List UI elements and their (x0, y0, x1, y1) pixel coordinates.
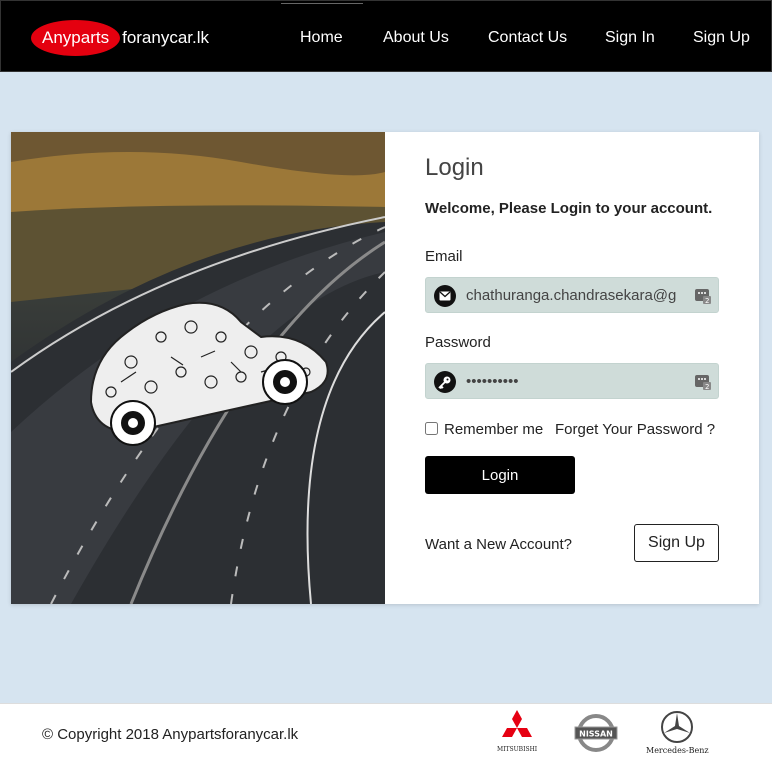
svg-text:2: 2 (705, 297, 709, 304)
mitsubishi-logo: MITSUBISHI (497, 710, 537, 753)
signup-button[interactable]: Sign Up (634, 524, 719, 562)
nissan-label: NISSAN (579, 730, 613, 739)
forgot-password-link[interactable]: Forget Your Password ? (555, 421, 715, 438)
login-form: Login Welcome, Please Login to your acco… (385, 132, 759, 604)
login-card: Login Welcome, Please Login to your acco… (11, 132, 759, 604)
mitsubishi-diamonds-icon (502, 710, 533, 737)
nav-sign-up[interactable]: Sign Up (693, 29, 750, 47)
mercedes-logo: Mercedes-Benz (646, 710, 709, 755)
nav-home[interactable]: Home (300, 29, 343, 47)
password-label: Password (425, 334, 491, 351)
password-field: 2 (425, 363, 719, 399)
mercedes-star-icon (661, 711, 694, 743)
nav-links: Home About Us Contact Us Sign In Sign Up (1, 29, 772, 51)
svg-text:2: 2 (705, 383, 709, 390)
nissan-emblem-icon: NISSAN (574, 714, 618, 752)
key-icon (434, 371, 456, 393)
remember-me[interactable]: Remember me (425, 421, 543, 438)
login-subtitle: Welcome, Please Login to your account. (425, 200, 713, 217)
nav-sign-in[interactable]: Sign In (605, 29, 655, 47)
highway-car-illustration (11, 132, 385, 604)
hero-image (11, 132, 385, 604)
login-title: Login (425, 154, 484, 181)
new-account-text: Want a New Account? (425, 536, 573, 553)
email-input[interactable] (466, 283, 676, 307)
navbar: Anyparts foranycar.lk Home About Us Cont… (0, 0, 772, 72)
nissan-logo: NISSAN (574, 714, 618, 752)
email-field: 2 (425, 277, 719, 313)
remember-me-checkbox[interactable] (425, 422, 438, 435)
footer: © Copyright 2018 Anypartsforanycar.lk MI… (0, 703, 772, 766)
remember-me-label: Remember me (444, 421, 544, 438)
nav-about-us[interactable]: About Us (383, 29, 449, 47)
password-manager-icon[interactable]: 2 (695, 373, 711, 391)
password-input[interactable] (466, 369, 676, 393)
password-manager-icon[interactable]: 2 (695, 287, 711, 305)
copyright-text: © Copyright 2018 Anypartsforanycar.lk (42, 726, 299, 743)
email-label: Email (425, 248, 463, 265)
mitsubishi-label: MITSUBISHI (497, 746, 538, 753)
nav-active-indicator (281, 3, 363, 4)
nav-contact-us[interactable]: Contact Us (488, 29, 567, 47)
envelope-icon (434, 285, 456, 307)
mercedes-label: Mercedes-Benz (646, 746, 709, 755)
login-button[interactable]: Login (425, 456, 575, 494)
